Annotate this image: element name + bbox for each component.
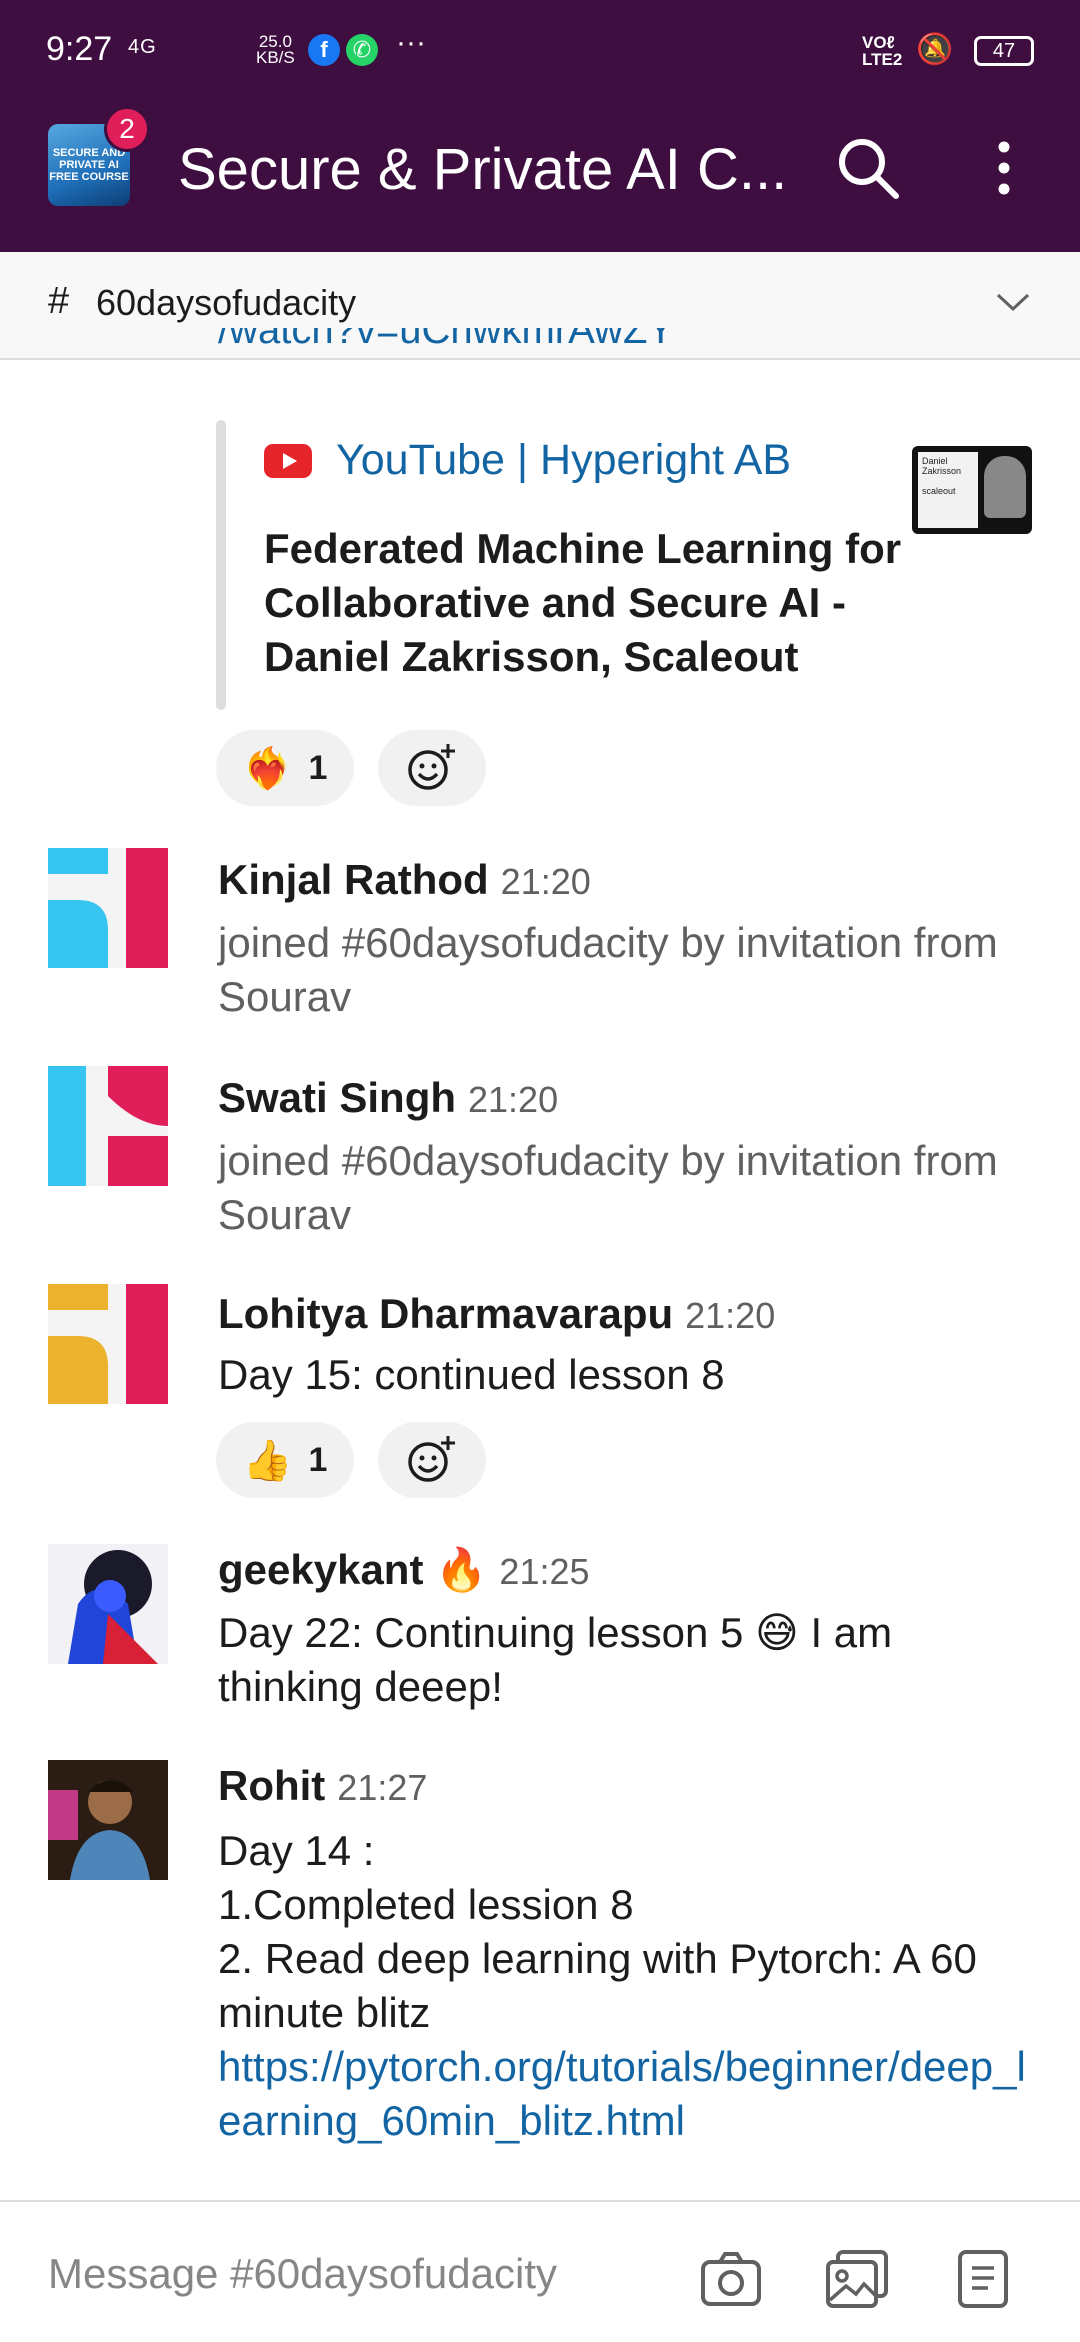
message-time: 21:20 — [500, 861, 591, 902]
message-time: 21:27 — [337, 1767, 428, 1808]
message-link[interactable]: https://pytorch.org/tutorials/beginner/d… — [218, 2040, 1038, 2148]
network-speed: 25.0 KB/S — [256, 32, 295, 67]
message-time: 21:25 — [499, 1551, 590, 1592]
battery-indicator: 47 — [974, 36, 1034, 66]
app-bar: SECURE AND PRIVATE AI FREE COURSE 2 Secu… — [0, 84, 1080, 252]
notification-icons: f ✆ — [308, 34, 378, 66]
status-bar: 9:27 4G 25.0 KB/S f ✆ ··· VOℓ LTE2 🔕 47 — [0, 0, 1080, 84]
camera-icon[interactable] — [698, 2246, 764, 2312]
message-sender[interactable]: Kinjal Rathod 21:20 — [218, 856, 591, 904]
heart-fire-emoji: ❤️‍🔥 — [242, 746, 293, 791]
message-time: 21:20 — [685, 1295, 776, 1336]
attachment-divider — [216, 420, 226, 710]
attachment-title[interactable]: Federated Machine Learning for Collabora… — [264, 522, 904, 684]
vibrate-mute-icon: 🔕 — [916, 33, 954, 66]
message-line: 1.Completed lession 8 — [218, 1881, 634, 1928]
message-input[interactable]: Message #60daysofudacity — [48, 2250, 557, 2298]
overflow-menu-icon[interactable] — [992, 140, 1016, 196]
add-reaction-button[interactable] — [378, 730, 486, 806]
attachment-source[interactable]: YouTube | Hyperight AB — [336, 436, 791, 485]
facebook-icon: f — [308, 34, 340, 66]
add-reaction-icon — [408, 744, 455, 790]
fire-emoji: 🔥 — [435, 1546, 488, 1593]
network-indicator: 4G — [128, 36, 157, 58]
workspace-title[interactable]: Secure & Private AI C... — [178, 136, 787, 203]
volte-indicator: VOℓ LTE2 — [862, 33, 903, 69]
message-line: 2. Read deep learning with Pytorch: A 60… — [218, 1935, 977, 2036]
message-text: joined #60daysofudacity by invitation fr… — [218, 919, 998, 1020]
thumbnail-portrait — [984, 456, 1026, 518]
message-text: Day 14 : 1.Completed lession 8 2. Read d… — [218, 1824, 1038, 2148]
file-attach-icon[interactable] — [950, 2246, 1016, 2312]
youtube-icon — [264, 444, 312, 478]
message-text: Day 15: continued lesson 8 — [218, 1351, 725, 1398]
avatar[interactable] — [48, 1760, 168, 1880]
message-text: joined #60daysofudacity by invitation fr… — [218, 1137, 998, 1238]
avatar[interactable] — [48, 1284, 168, 1404]
reaction-chip[interactable]: ❤️‍🔥 1 — [216, 730, 354, 806]
message-sender[interactable]: Lohitya Dharmavarapu 21:20 — [218, 1290, 775, 1338]
thumbs-up-emoji: 👍 — [242, 1438, 293, 1483]
video-thumbnail[interactable]: Daniel Zakrisson scaleout — [912, 446, 1032, 534]
add-reaction-icon — [408, 1436, 455, 1482]
reaction-count: 1 — [308, 1440, 328, 1479]
reaction-count: 1 — [308, 748, 328, 787]
thumbnail-caption: Daniel Zakrisson scaleout — [918, 452, 978, 528]
message-sender[interactable]: Swati Singh 21:20 — [218, 1074, 558, 1122]
reaction-chip[interactable]: 👍 1 — [216, 1422, 354, 1498]
status-time: 9:27 — [46, 30, 113, 68]
more-notifications-icon: ··· — [396, 26, 426, 59]
message-sender[interactable]: Rohit 21:27 — [218, 1762, 427, 1810]
avatar[interactable] — [48, 848, 168, 968]
channel-hash-icon: # — [48, 280, 70, 322]
add-reaction-button[interactable] — [378, 1422, 486, 1498]
whatsapp-icon: ✆ — [346, 34, 378, 66]
image-gallery-icon[interactable] — [824, 2246, 890, 2312]
message-sender[interactable]: geekykant 🔥 21:25 — [218, 1546, 590, 1595]
message-time: 21:20 — [468, 1079, 559, 1120]
avatar[interactable] — [48, 1066, 168, 1186]
channel-name: 60daysofudacity — [96, 282, 357, 323]
search-icon[interactable] — [836, 136, 900, 200]
message-line: Day 14 : — [218, 1827, 375, 1874]
avatar[interactable] — [48, 1544, 168, 1664]
message-link-cut[interactable]: /watch?v=uChwkmrAwZY — [218, 328, 674, 388]
chevron-down-icon[interactable] — [996, 292, 1030, 312]
message-text: Day 22: Continuing lesson 5 😅 I am think… — [218, 1609, 893, 1710]
message-composer: Message #60daysofudacity — [0, 2200, 1080, 2342]
unread-badge: 2 — [104, 106, 150, 152]
